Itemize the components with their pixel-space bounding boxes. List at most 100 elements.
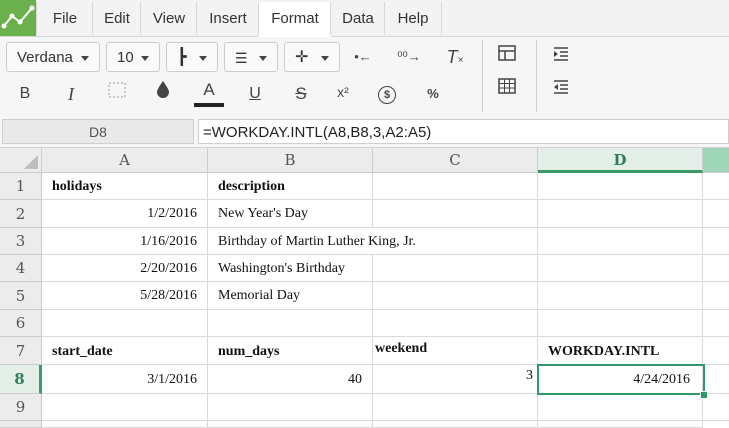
cell-c7[interactable]: weekend <box>373 337 538 365</box>
outdent-icon[interactable] <box>546 75 576 105</box>
valign-button[interactable]: ✛ <box>284 42 340 72</box>
cell-b1[interactable]: description <box>208 173 373 200</box>
row-header-8[interactable]: 8 <box>0 365 42 394</box>
cell-b4[interactable]: Washington's Birthday <box>208 255 373 282</box>
cell-d2[interactable] <box>538 200 703 228</box>
row-header-6[interactable]: 6 <box>0 310 42 337</box>
cell-b8[interactable]: 40 <box>208 365 373 394</box>
cell-b9[interactable] <box>208 394 373 421</box>
cell-b7[interactable]: num_days <box>208 337 373 365</box>
table-grid-icon[interactable] <box>492 75 522 105</box>
menu-format[interactable]: Format <box>258 2 331 37</box>
row-header-9[interactable]: 9 <box>0 394 42 421</box>
row-header-7[interactable]: 7 <box>0 337 42 365</box>
cell-c5[interactable] <box>373 282 538 310</box>
superscript-button[interactable]: x² <box>328 77 358 107</box>
currency-button[interactable]: $ <box>372 79 402 109</box>
cell-c6[interactable] <box>373 310 538 337</box>
cell-a5[interactable]: 5/28/2016 <box>42 282 208 310</box>
select-all-corner[interactable] <box>0 148 42 173</box>
cell-c4[interactable] <box>373 255 538 282</box>
cell-e2[interactable] <box>703 200 729 228</box>
underline-button[interactable]: U <box>240 79 270 109</box>
cell-a8[interactable]: 3/1/2016 <box>42 365 208 394</box>
row-header-5[interactable]: 5 <box>0 282 42 310</box>
menu-view[interactable]: View <box>140 2 197 35</box>
italic-button[interactable]: I <box>56 79 86 109</box>
cell-a4[interactable]: 2/20/2016 <box>42 255 208 282</box>
clear-format-icon[interactable]: T× <box>440 42 470 72</box>
font-family-select[interactable]: Verdana <box>6 42 100 72</box>
row-header-1[interactable]: 1 <box>0 173 42 200</box>
menu-insert[interactable]: Insert <box>196 2 259 35</box>
cell-b10[interactable] <box>208 421 373 428</box>
cell-e4[interactable] <box>703 255 729 282</box>
cell-d7[interactable]: WORKDAY.INTL <box>538 337 703 365</box>
borders-button[interactable]: ┣ <box>166 42 218 72</box>
column-header-b[interactable]: B <box>208 148 373 173</box>
cell-a7[interactable]: start_date <box>42 337 208 365</box>
cell-c1[interactable] <box>373 173 538 200</box>
row-header-4[interactable]: 4 <box>0 255 42 282</box>
increase-decimal-icon[interactable]: ⁰⁰→ <box>394 42 424 72</box>
decrease-decimal-icon[interactable]: •← <box>348 42 378 72</box>
cell-b5[interactable]: Memorial Day <box>208 282 373 310</box>
app-logo <box>0 0 36 36</box>
cell-a1[interactable]: holidays <box>42 173 208 200</box>
cell-d9[interactable] <box>538 394 703 421</box>
cell-c2[interactable] <box>373 200 538 228</box>
formula-input[interactable]: =WORKDAY.INTL(A8,B8,3,A2:A5) <box>198 119 729 144</box>
percent-button[interactable]: % <box>418 79 448 109</box>
column-header-c[interactable]: C <box>373 148 538 173</box>
strikethrough-button[interactable]: S <box>286 79 316 109</box>
menu-file[interactable]: File <box>36 2 93 35</box>
cell-d8[interactable]: 4/24/2016 <box>538 365 703 394</box>
cell-b2[interactable]: New Year's Day <box>208 200 373 228</box>
cell-d4[interactable] <box>538 255 703 282</box>
cell-d3[interactable] <box>538 228 703 255</box>
cell-a2[interactable]: 1/2/2016 <box>42 200 208 228</box>
cell-d1[interactable] <box>538 173 703 200</box>
cell-e7[interactable] <box>703 337 729 365</box>
cell-a9[interactable] <box>42 394 208 421</box>
indent-icon[interactable] <box>546 42 576 72</box>
row-header-3[interactable]: 3 <box>0 228 42 255</box>
column-header-d[interactable]: D <box>538 148 703 173</box>
align-button[interactable]: ☰ <box>224 42 278 72</box>
bold-button[interactable]: B <box>10 79 40 109</box>
cell-b3[interactable]: Birthday of Martin Luther King, Jr. <box>208 228 416 255</box>
font-family-value: Verdana <box>17 49 73 66</box>
cell-d10[interactable] <box>538 421 703 428</box>
cell-e8[interactable] <box>703 365 729 394</box>
fill-handle[interactable] <box>700 391 708 399</box>
cell-c10[interactable] <box>373 421 538 428</box>
menu-help[interactable]: Help <box>384 2 442 35</box>
row-header-2[interactable]: 2 <box>0 200 42 228</box>
menu-edit[interactable]: Edit <box>92 2 141 35</box>
cell-d5[interactable] <box>538 282 703 310</box>
cell-a3[interactable]: 1/16/2016 <box>42 228 208 255</box>
cell-e1[interactable] <box>703 173 729 200</box>
chevron-down-icon <box>259 56 267 61</box>
cell-c8[interactable]: 3 <box>373 365 538 394</box>
cell-b6[interactable] <box>208 310 373 337</box>
column-header-e[interactable] <box>703 148 729 173</box>
cell-a10[interactable] <box>42 421 208 428</box>
align-icon: ☰ <box>235 50 248 66</box>
cell-reference-box[interactable]: D8 <box>2 119 194 144</box>
cell-e3[interactable] <box>703 228 729 255</box>
text-color-button[interactable]: A <box>194 77 224 107</box>
row-header-10[interactable] <box>0 421 42 428</box>
insert-table-icon[interactable] <box>492 42 522 72</box>
formula-bar: D8 =WORKDAY.INTL(A8,B8,3,A2:A5) <box>0 117 729 148</box>
cell-e5[interactable] <box>703 282 729 310</box>
cell-a6[interactable] <box>42 310 208 337</box>
cell-d6[interactable] <box>538 310 703 337</box>
merge-cells-icon[interactable] <box>102 79 132 109</box>
menu-data[interactable]: Data <box>330 2 385 35</box>
cell-c9[interactable] <box>373 394 538 421</box>
fill-color-icon[interactable] <box>148 79 178 109</box>
column-header-a[interactable]: A <box>42 148 208 173</box>
cell-e6[interactable] <box>703 310 729 337</box>
font-size-select[interactable]: 10 <box>106 42 160 72</box>
